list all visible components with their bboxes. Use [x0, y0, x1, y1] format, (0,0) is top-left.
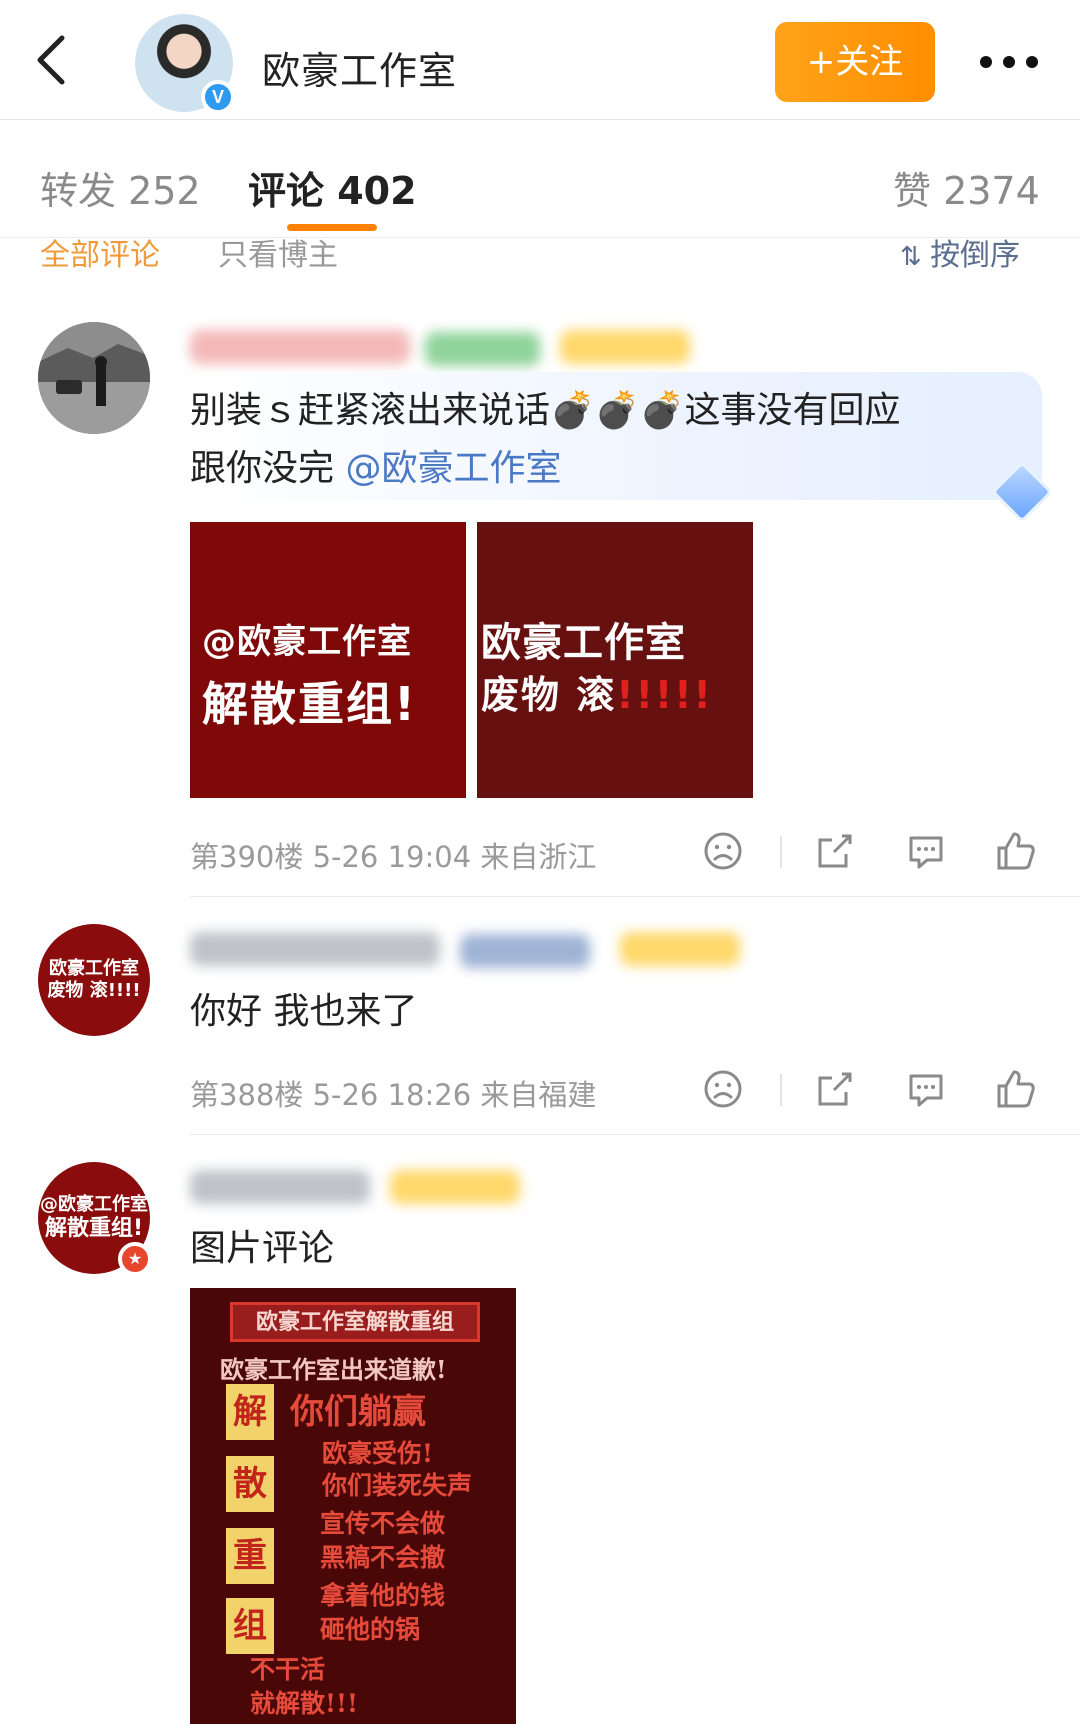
user-badge — [560, 330, 690, 364]
star-badge-icon: ★ — [118, 1242, 152, 1276]
top-bar: V 欧豪工作室 +关注 — [0, 0, 1080, 120]
avatar[interactable]: 欧豪工作室 废物 滚!!!! — [38, 924, 150, 1036]
sort-button[interactable]: ⇅ 按倒序 — [900, 238, 1020, 270]
more-dots-icon — [980, 56, 992, 68]
comment-image[interactable]: 欧豪工作室解散重组 欧豪工作室出来道歉! 解 散 重 组 你们躺赢 欧豪受伤! … — [190, 1288, 516, 1724]
comment-icon — [909, 1074, 943, 1107]
comment-icon — [909, 836, 943, 869]
share-button[interactable] — [812, 1066, 858, 1112]
tab-likes[interactable]: 赞 2374 — [893, 160, 1040, 215]
like-button[interactable] — [993, 828, 1039, 874]
comment-filter-bar: 全部评论 只看博主 ⇅ 按倒序 — [0, 238, 1080, 270]
landscape-photo-icon — [38, 322, 150, 434]
divider — [780, 836, 782, 868]
comment-text: 别装ｓ赶紧滚出来说话💣💣💣这事没有回应 跟你没完 @欧豪工作室 — [190, 382, 900, 498]
thumbs-up-icon — [997, 832, 1035, 870]
dislike-button[interactable] — [700, 828, 746, 874]
share-button[interactable] — [812, 828, 858, 874]
comment-meta: 第390楼 5-26 19:04 来自浙江 — [190, 840, 597, 874]
comment-divider — [190, 896, 1080, 897]
more-options-button[interactable] — [980, 42, 1060, 82]
like-button[interactable] — [993, 1066, 1039, 1112]
username[interactable] — [190, 932, 440, 966]
divider — [780, 1074, 782, 1106]
account-name[interactable]: 欧豪工作室 — [262, 40, 457, 95]
follow-button[interactable]: +关注 — [775, 22, 935, 102]
username[interactable] — [190, 330, 410, 364]
back-button[interactable] — [24, 30, 80, 90]
chevron-left-icon — [37, 35, 65, 85]
mention-link[interactable]: @欧豪工作室 — [345, 448, 561, 489]
comment-image[interactable]: 欧豪工作室 废物 滚!!!!! — [477, 522, 753, 798]
sad-face-icon — [704, 1070, 742, 1108]
filter-all-comments[interactable]: 全部评论 — [40, 238, 160, 270]
filter-host-only[interactable]: 只看博主 — [218, 238, 338, 270]
comment-text-line: 别装ｓ赶紧滚出来说话💣💣💣这事没有回应 — [190, 390, 901, 431]
avatar[interactable] — [38, 322, 150, 434]
comment-image[interactable]: @欧豪工作室 解散重组! — [190, 522, 466, 798]
sad-face-icon — [704, 832, 742, 870]
active-tab-indicator — [287, 224, 377, 231]
comment-text: 图片评论 — [190, 1228, 335, 1269]
share-icon — [818, 834, 852, 868]
account-avatar[interactable]: V — [135, 14, 235, 114]
user-badge — [620, 932, 740, 966]
username[interactable] — [190, 1170, 370, 1204]
comment-meta: 第388楼 5-26 18:26 来自福建 — [190, 1078, 597, 1112]
post-tabs: 转发 252 评论 402 赞 2374 — [0, 120, 1080, 238]
reply-button[interactable] — [903, 828, 949, 874]
thumbs-up-icon — [997, 1070, 1035, 1108]
weibo-comments-page: V 欧豪工作室 +关注 转发 252 评论 402 赞 2374 全部评论 只看… — [0, 0, 1080, 1724]
user-level-badge — [460, 934, 590, 968]
comment-text-line: 跟你没完 @欧豪工作室 — [190, 448, 562, 489]
user-badge — [390, 1170, 520, 1204]
tab-comments[interactable]: 评论 402 — [248, 160, 417, 215]
dislike-button[interactable] — [700, 1066, 746, 1112]
comment-actions — [700, 828, 1040, 878]
user-level-badge — [425, 332, 540, 366]
reply-button[interactable] — [903, 1066, 949, 1112]
sort-icon: ⇅ — [900, 242, 931, 270]
comment-divider — [190, 1134, 1080, 1135]
comment-actions — [700, 1066, 1040, 1116]
share-icon — [818, 1072, 852, 1106]
tab-repost[interactable]: 转发 252 — [40, 160, 201, 215]
comment-text: 你好 我也来了 — [190, 991, 418, 1032]
verified-badge-icon: V — [201, 80, 235, 114]
